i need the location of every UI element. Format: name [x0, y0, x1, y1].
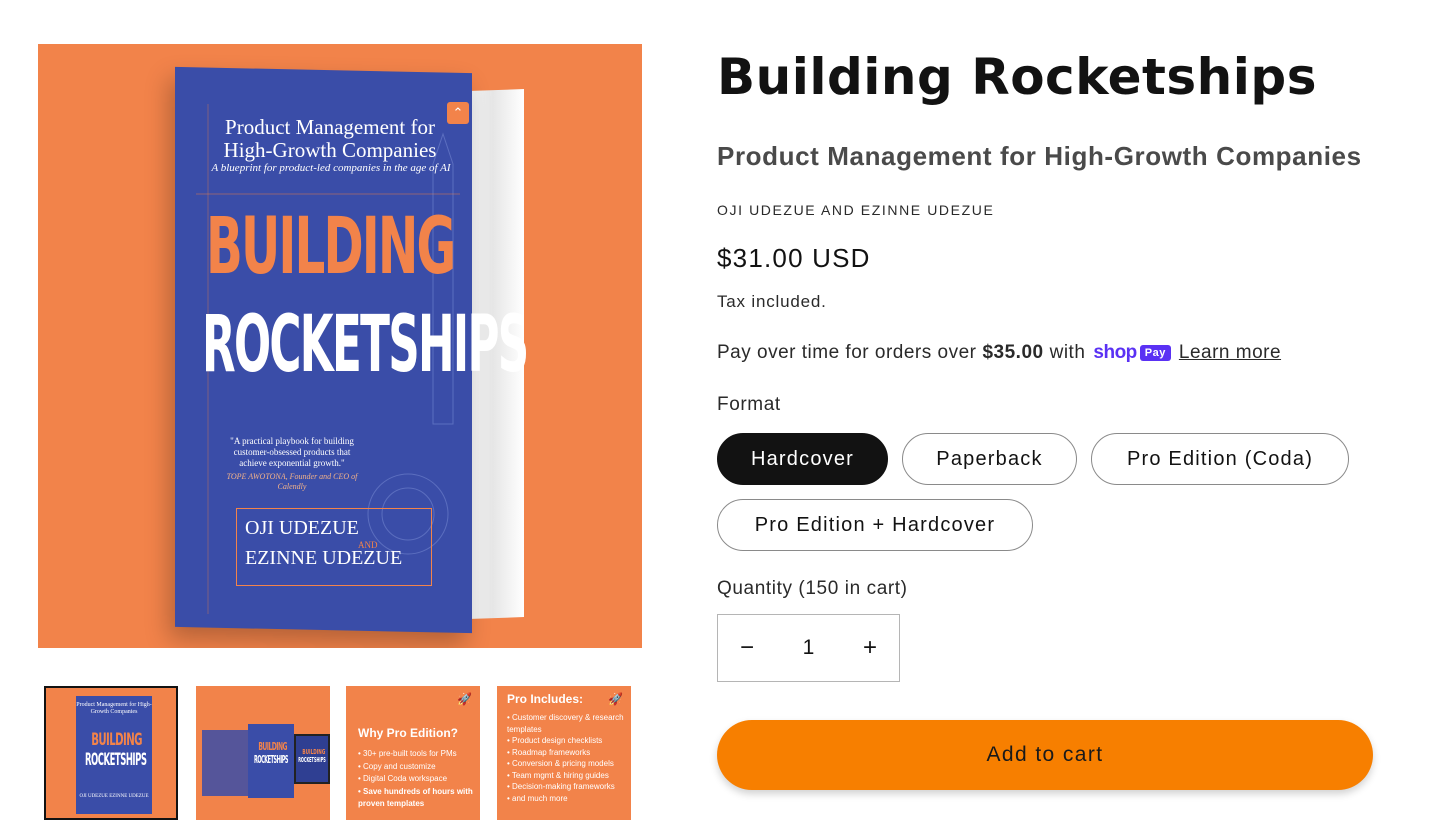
installments-suffix: with [1049, 342, 1086, 363]
tax-note: Tax included. [717, 292, 827, 311]
thumbnail-3[interactable]: 🚀 Why Pro Edition? 30+ pre-built tools f… [346, 686, 480, 820]
thumbnail-4-list: Customer discovery & research templates … [507, 712, 625, 804]
cover-tagline: A blueprint for product-led companies in… [211, 162, 451, 174]
thumbnail-4-heading: Pro Includes: [507, 692, 584, 706]
list-item: Decision-making frameworks [507, 781, 625, 793]
thumbnail-1-title-2: ROCKETSHIPS [85, 750, 147, 770]
thumbnail-3-list: 30+ pre-built tools for PMs Copy and cus… [358, 748, 474, 811]
format-option-pro-edition-hardcover[interactable]: Pro Edition + Hardcover [717, 499, 1033, 551]
thumbnail-3-heading: Why Pro Edition? [358, 726, 458, 740]
shop-pay-badge: Pay [1139, 345, 1171, 361]
format-option-pro-edition-coda[interactable]: Pro Edition (Coda) [1091, 433, 1349, 485]
quantity-stepper: − 1 + [717, 614, 900, 682]
thumbnail-book: BUILDING ROCKETSHIPS [248, 724, 294, 798]
shop-pay-logo-icon: shop [1093, 342, 1137, 363]
rocket-icon: 🚀 [457, 692, 472, 706]
list-item: 30+ pre-built tools for PMs [358, 748, 474, 761]
thumbnail-tablet: BUILDING ROCKETSHIPS [294, 734, 330, 784]
publisher-logo-icon: ⌃ [447, 102, 469, 124]
quantity-increase-button[interactable]: + [841, 615, 899, 681]
installments-prefix: Pay over time for orders over [717, 342, 977, 363]
list-item: Roadmap frameworks [507, 747, 625, 759]
cover-subtitle: Product Management for High-Growth Compa… [223, 115, 437, 162]
list-item: Customer discovery & research templates [507, 712, 625, 735]
thumbnail-2-title-1: BUILDING [258, 740, 287, 753]
thumbnail-book: Product Management for High-Growth Compa… [76, 696, 152, 814]
thumbnail-2[interactable]: BUILDING ROCKETSHIPS BUILDING ROCKETSHIP… [196, 686, 330, 820]
plus-icon: + [862, 634, 877, 661]
cover-author-1: OJI UDEZUE [245, 517, 359, 539]
installments-threshold: $35.00 [982, 342, 1044, 363]
cover-title-line-1: BUILDING [206, 202, 456, 292]
list-item: Copy and customize [358, 761, 474, 774]
thumbnail-1-authors: OJI UDEZUE EZINNE UDEZUE [79, 794, 149, 799]
thumbnail-2-title-2: ROCKETSHIPS [253, 753, 289, 766]
list-item: Digital Coda workspace [358, 773, 474, 786]
thumbnail-1-subtitle: Product Management for High-Growth Compa… [76, 702, 152, 715]
list-item: Conversion & pricing models [507, 758, 625, 770]
list-item: Team mgmt & hiring guides [507, 770, 625, 782]
list-item: and much more [507, 793, 625, 805]
thumbnail-2-tablet-2: ROCKETSHIPS [298, 756, 326, 764]
quantity-decrease-button[interactable]: − [718, 615, 776, 681]
product-vendor: OJI UDEZUE AND EZINNE UDEZUE [717, 202, 995, 218]
product-title: Building Rocketships [717, 48, 1317, 106]
format-option-paperback[interactable]: Paperback [902, 433, 1077, 485]
cover-and: AND [358, 540, 378, 550]
cover-quote: "A practical playbook for building custo… [230, 436, 354, 468]
shop-pay-installments: Pay over time for orders over $35.00 wit… [717, 342, 1281, 364]
cover-authors: OJI UDEZUE EZINNE UDEZUE [236, 508, 432, 586]
thumbnail-4[interactable]: 🚀 Pro Includes: Customer discovery & res… [497, 686, 631, 820]
list-item: Product design checklists [507, 735, 625, 747]
thumbnail-2-tablet-1: BUILDING [302, 748, 326, 756]
list-item: Save hundreds of hours with proven templ… [358, 786, 474, 811]
thumbnail-1[interactable]: Product Management for High-Growth Compa… [44, 686, 178, 820]
product-price: $31.00 USD [717, 243, 871, 273]
add-to-cart-button[interactable]: Add to cart [717, 720, 1373, 790]
quantity-input[interactable]: 1 [779, 636, 839, 660]
quantity-label: Quantity (150 in cart) [717, 578, 908, 599]
cover-author-2: EZINNE UDEZUE [245, 547, 403, 569]
format-option-hardcover[interactable]: Hardcover [717, 433, 888, 485]
rocket-icon: 🚀 [608, 692, 623, 706]
cover-title-line-2: ROCKETSHIPS [202, 302, 529, 388]
format-label: Format [717, 394, 781, 415]
product-main-image[interactable]: ⌃ Product Management for High-Growth Com… [38, 44, 642, 648]
learn-more-link[interactable]: Learn more [1179, 342, 1281, 364]
product-subtitle: Product Management for High-Growth Compa… [717, 141, 1362, 171]
cover-quote-author: TOPE AWOTONA, Founder and CEO of Calendl… [226, 472, 358, 491]
book-cover-illustration: ⌃ Product Management for High-Growth Com… [38, 44, 642, 648]
minus-icon: − [739, 634, 754, 661]
thumbnail-1-title-1: BUILDING [91, 730, 142, 750]
